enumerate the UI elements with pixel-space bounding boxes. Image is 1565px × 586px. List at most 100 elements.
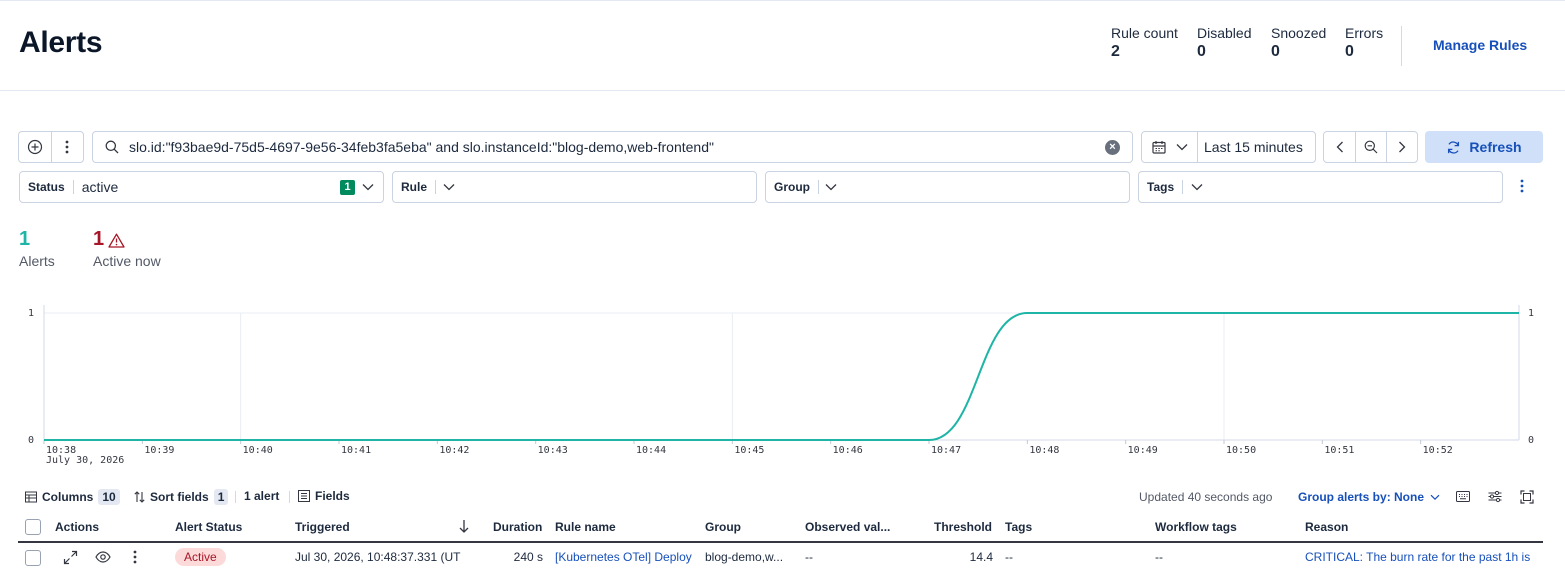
chevron-down-icon [1176, 144, 1187, 151]
keyboard-icon[interactable] [1456, 491, 1470, 502]
chevron-down-icon [825, 183, 837, 191]
eye-icon[interactable] [95, 551, 111, 563]
columns-count: 10 [98, 489, 120, 505]
next-time-button[interactable] [1386, 132, 1417, 162]
expand-icon[interactable] [63, 550, 78, 565]
column-header-threshold[interactable]: Threshold [934, 520, 992, 534]
chevron-down-icon [443, 183, 455, 191]
x-tick-label: 10:45 [734, 445, 764, 456]
warning-icon [108, 233, 125, 248]
kebab-vertical-icon [1520, 179, 1524, 193]
manage-rules-link[interactable]: Manage Rules [1433, 37, 1527, 53]
active-now-count: 1 [93, 228, 105, 250]
column-header-workflow-tags[interactable]: Workflow tags [1155, 520, 1237, 534]
zoom-out-button[interactable] [1355, 132, 1386, 162]
select-all-checkbox[interactable] [25, 519, 41, 535]
previous-time-button[interactable] [1324, 132, 1355, 162]
column-header-group[interactable]: Group [705, 520, 741, 534]
updated-timestamp: Updated 40 seconds ago [1139, 490, 1273, 504]
y-tick-label-left: 0 [28, 435, 34, 446]
stat-value: 2 [1111, 43, 1120, 60]
x-tick-label: 10:47 [931, 445, 961, 456]
query-text: slo.id:"f93bae9d-75d5-4697-9e56-34feb3fa… [129, 139, 714, 155]
clear-query-icon[interactable]: × [1105, 140, 1120, 155]
column-header-triggered[interactable]: Triggered [295, 520, 350, 534]
query-menu-button[interactable] [50, 132, 83, 162]
sort-descending-icon[interactable] [459, 519, 469, 533]
column-header-duration[interactable]: Duration [493, 520, 542, 534]
group-by-label: Group alerts by: None [1298, 490, 1425, 504]
cell-rule-name-link[interactable]: [Kubernetes OTel] Deploy [555, 550, 700, 564]
sort-fields-label: Sort fields [150, 490, 209, 504]
refresh-button[interactable]: Refresh [1425, 131, 1543, 163]
filter-status[interactable]: Status active 1 [19, 171, 384, 203]
cell-duration: 240 s [513, 550, 543, 564]
chevron-down-icon [362, 183, 374, 191]
refresh-label: Refresh [1469, 139, 1522, 155]
y-tick-label-right: 0 [1528, 435, 1534, 446]
time-nav-group [1323, 131, 1418, 163]
filter-label: Group [766, 180, 819, 194]
column-header-observed-value[interactable]: Observed val... [805, 520, 890, 534]
y-tick-label-right: 1 [1528, 308, 1534, 319]
table-header-border [18, 541, 1543, 543]
page-title: Alerts [19, 26, 103, 59]
chevron-right-icon [1399, 141, 1406, 153]
filter-label: Tags [1139, 180, 1184, 194]
quick-select-button[interactable] [1142, 132, 1198, 162]
x-tick-label: 10:48 [1029, 445, 1059, 456]
fullscreen-icon[interactable] [1520, 490, 1534, 504]
display-settings-icon[interactable] [1488, 490, 1502, 503]
sort-fields-button[interactable]: Sort fields 1 [134, 489, 229, 505]
search-input[interactable]: slo.id:"f93bae9d-75d5-4697-9e56-34feb3fa… [92, 131, 1133, 163]
list-icon [298, 490, 310, 502]
filters-menu-button[interactable] [1520, 179, 1524, 196]
chevron-down-icon [1191, 183, 1203, 191]
search-icon [105, 140, 119, 154]
zoom-out-icon [1364, 140, 1378, 154]
alerts-histogram-chart: 010110:38 10:39 10:40 10:41 10:42 10:43 10:44 1… [28, 305, 1534, 466]
cell-reason[interactable]: CRITICAL: The burn rate for the past 1h … [1305, 550, 1545, 564]
date-picker[interactable]: Last 15 minutes [1141, 131, 1316, 163]
active-now-label: Active now [93, 253, 161, 269]
kebab-vertical-icon[interactable] [133, 550, 137, 564]
stat-value: 0 [1271, 43, 1280, 60]
x-tick-label: 10:49 [1128, 445, 1158, 456]
refresh-icon [1448, 140, 1460, 154]
x-tick-label: 10:44 [636, 445, 666, 456]
fields-button[interactable]: Fields [298, 489, 350, 503]
y-tick-label-left: 1 [28, 308, 34, 319]
stat-value: 0 [1345, 43, 1354, 60]
group-alerts-by-button[interactable]: Group alerts by: None [1298, 490, 1440, 504]
alert-count-label: 1 alert [244, 489, 280, 503]
sort-fields-count: 1 [213, 489, 229, 505]
column-header-reason[interactable]: Reason [1305, 520, 1348, 534]
kebab-vertical-icon [66, 140, 69, 154]
sort-icon [134, 491, 145, 503]
row-checkbox[interactable] [25, 550, 41, 566]
header-divider-bottom [0, 90, 1565, 91]
stat-label: Snoozed [1271, 25, 1327, 41]
cell-threshold: 14.4 [969, 550, 993, 564]
fields-label: Fields [315, 489, 350, 503]
add-filter-button[interactable] [19, 132, 51, 162]
alert-count: 1 alert [244, 489, 279, 503]
columns-label: Columns [42, 490, 94, 504]
column-header-alert-status[interactable]: Alert Status [175, 520, 242, 534]
column-header-tags[interactable]: Tags [1005, 520, 1032, 534]
chevron-down-icon [1430, 494, 1440, 500]
stat-errors: Errors 0 [1345, 25, 1383, 61]
calendar-icon [1151, 141, 1166, 154]
x-tick-label: 10:46 [833, 445, 863, 456]
top-border [0, 0, 1565, 1]
x-tick-label: 10:43 [538, 445, 568, 456]
filter-label: Rule [393, 180, 437, 194]
columns-button[interactable]: Columns 10 [25, 489, 120, 505]
filter-tags[interactable]: Tags [1138, 171, 1503, 203]
x-tick-label: 10:52 [1423, 445, 1453, 456]
cell-tags: -- [1005, 550, 1013, 564]
filter-label: Status [20, 180, 74, 194]
filter-rule[interactable]: Rule [392, 171, 757, 203]
column-header-rule-name[interactable]: Rule name [555, 520, 616, 534]
filter-group[interactable]: Group [765, 171, 1130, 203]
